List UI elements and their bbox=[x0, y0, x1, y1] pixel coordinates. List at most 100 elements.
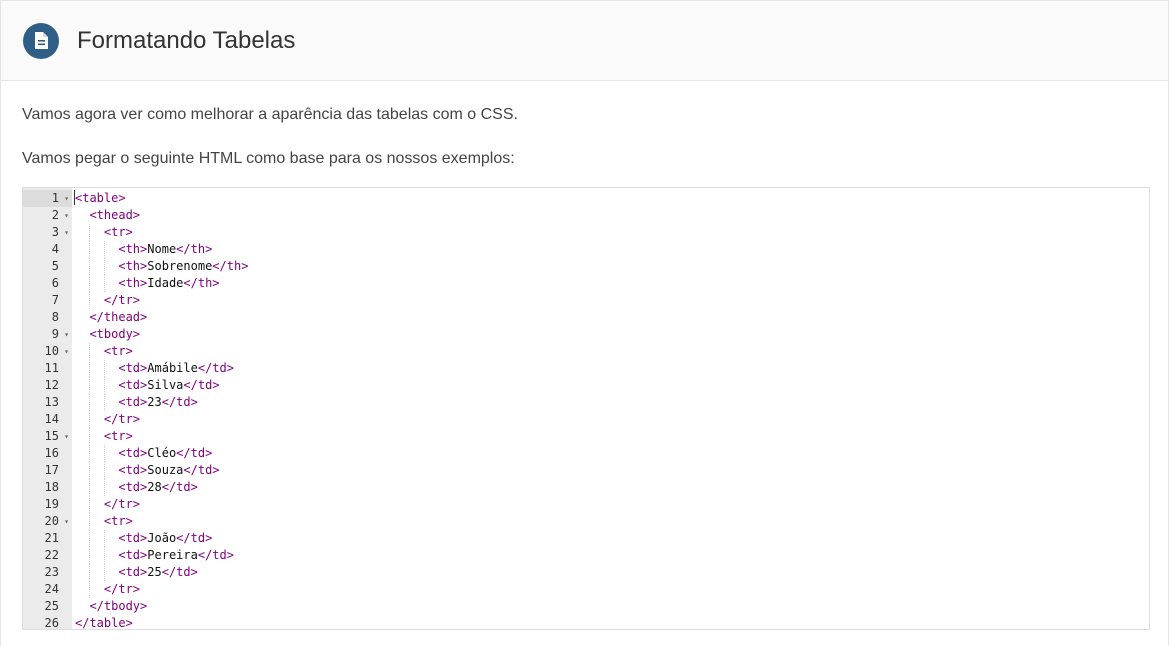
line-number-text: 8 bbox=[51, 310, 59, 324]
line-number-text: 9 bbox=[51, 327, 59, 341]
code-text: Idade bbox=[147, 276, 184, 290]
line-number: 16 bbox=[23, 445, 72, 462]
code-tag-open: <td> bbox=[118, 463, 148, 477]
code-tag-open: </tr> bbox=[103, 293, 141, 307]
line-number-text: 21 bbox=[44, 531, 59, 545]
code-text: Amábile bbox=[147, 361, 198, 375]
indent-guide bbox=[89, 275, 91, 292]
line-number-text: 1 bbox=[51, 191, 59, 205]
code-text: 25 bbox=[147, 565, 162, 579]
fold-toggle-icon[interactable]: ▾ bbox=[64, 343, 69, 360]
line-number-text: 2 bbox=[51, 208, 59, 222]
fold-toggle-icon[interactable]: ▾ bbox=[64, 326, 69, 343]
code-text: Nome bbox=[147, 242, 177, 256]
code-line[interactable]: <th>Idade</th> bbox=[75, 275, 1149, 292]
indent-guide bbox=[89, 411, 91, 428]
line-number-text: 4 bbox=[51, 242, 59, 256]
fold-toggle-icon[interactable]: ▾ bbox=[64, 224, 69, 241]
line-number: 25 bbox=[23, 598, 72, 615]
line-number-text: 22 bbox=[44, 548, 59, 562]
code-line[interactable]: <tr> bbox=[75, 428, 1149, 445]
code-tag-open: <th> bbox=[118, 276, 148, 290]
code-line[interactable]: <table> bbox=[75, 190, 1149, 207]
page: Formatando Tabelas Vamos agora ver como … bbox=[0, 0, 1169, 646]
line-number-text: 10 bbox=[44, 344, 59, 358]
code-line[interactable]: </tr> bbox=[75, 496, 1149, 513]
line-number-text: 5 bbox=[51, 259, 59, 273]
code-tag-close: </td> bbox=[197, 548, 234, 562]
code-line[interactable]: </tr> bbox=[75, 581, 1149, 598]
code-tag-open: <td> bbox=[118, 531, 148, 545]
code-tag-open: <td> bbox=[118, 480, 148, 494]
indent-guide bbox=[89, 547, 91, 564]
line-number-text: 20 bbox=[44, 514, 59, 528]
fold-toggle-icon[interactable]: ▾ bbox=[64, 207, 69, 224]
code-line[interactable]: <thead> bbox=[75, 207, 1149, 224]
indent-guide bbox=[103, 462, 105, 479]
indent-guide bbox=[89, 462, 91, 479]
line-number: 6 bbox=[23, 275, 72, 292]
code-tag-open: <tr> bbox=[103, 429, 133, 443]
line-number-text: 16 bbox=[44, 446, 59, 460]
indent-guide bbox=[89, 513, 91, 530]
code-line[interactable]: </tbody> bbox=[75, 598, 1149, 615]
code-text: Sobrenome bbox=[147, 259, 213, 273]
code-tag-close: </td> bbox=[176, 531, 213, 545]
fold-toggle-icon[interactable]: ▾ bbox=[64, 513, 69, 530]
code-line[interactable]: </thead> bbox=[75, 309, 1149, 326]
line-number: 12 bbox=[23, 377, 72, 394]
code-line[interactable]: <tr> bbox=[75, 343, 1149, 360]
line-number-text: 19 bbox=[44, 497, 59, 511]
indent-guide bbox=[89, 224, 91, 241]
code-line[interactable]: <th>Nome</th> bbox=[75, 241, 1149, 258]
code-line[interactable]: <td>28</td> bbox=[75, 479, 1149, 496]
code-line[interactable]: <td>25</td> bbox=[75, 564, 1149, 581]
code-line[interactable]: <th>Sobrenome</th> bbox=[75, 258, 1149, 275]
indent-guide bbox=[89, 343, 91, 360]
line-number: 24 bbox=[23, 581, 72, 598]
code-tag-close: </th> bbox=[183, 276, 220, 290]
code-line[interactable]: <td>Souza</td> bbox=[75, 462, 1149, 479]
code-line[interactable]: <tr> bbox=[75, 513, 1149, 530]
indent-guide bbox=[89, 496, 91, 513]
code-tag-close: </td> bbox=[183, 378, 220, 392]
code-line[interactable]: <td>João</td> bbox=[75, 530, 1149, 547]
indent-guide bbox=[89, 377, 91, 394]
code-tag-open: <td> bbox=[118, 446, 148, 460]
code-tag-open: <td> bbox=[118, 378, 148, 392]
code-tag-close: </td> bbox=[183, 463, 220, 477]
code-line[interactable]: <td>Pereira</td> bbox=[75, 547, 1149, 564]
code-line[interactable]: <tr> bbox=[75, 224, 1149, 241]
code-tag-open: </thead> bbox=[89, 310, 148, 324]
fold-toggle-icon[interactable]: ▾ bbox=[64, 428, 69, 445]
code-tag-close: </th> bbox=[212, 259, 249, 273]
code-tag-open: <td> bbox=[118, 361, 148, 375]
indent-guide bbox=[89, 530, 91, 547]
code-line[interactable]: </table> bbox=[75, 615, 1149, 629]
line-number-text: 11 bbox=[44, 361, 59, 375]
code-line[interactable]: <td>Amábile</td> bbox=[75, 360, 1149, 377]
line-number-text: 7 bbox=[51, 293, 59, 307]
editor-code-area[interactable]: <table> <thead> <tr> <th>Nome</th> <th>S… bbox=[72, 188, 1149, 629]
code-line[interactable]: </tr> bbox=[75, 411, 1149, 428]
code-tag-close: </td> bbox=[161, 480, 198, 494]
code-line[interactable]: </tr> bbox=[75, 292, 1149, 309]
code-editor[interactable]: 1 ▾ 2 ▾ 3 ▾ 4 5 6 7 8 9 ▾ 10 ▾ 11 12 13 14 15 ▾ 16 17 18 19 20 ▾ 21… bbox=[22, 187, 1150, 630]
line-number: 4 bbox=[23, 241, 72, 258]
line-number: 9 ▾ bbox=[23, 326, 72, 343]
code-tag-open: <tr> bbox=[103, 514, 133, 528]
indent-guide bbox=[89, 479, 91, 496]
code-tag-open: <th> bbox=[118, 259, 148, 273]
indent-guide bbox=[103, 394, 105, 411]
indent-guide bbox=[89, 360, 91, 377]
code-line[interactable]: <td>Cléo</td> bbox=[75, 445, 1149, 462]
indent-guide bbox=[103, 360, 105, 377]
line-number-text: 14 bbox=[44, 412, 59, 426]
code-line[interactable]: <td>Silva</td> bbox=[75, 377, 1149, 394]
code-line[interactable]: <td>23</td> bbox=[75, 394, 1149, 411]
line-number-text: 18 bbox=[44, 480, 59, 494]
code-tag-close: </td> bbox=[176, 446, 213, 460]
fold-toggle-icon[interactable]: ▾ bbox=[64, 190, 69, 207]
line-number: 2 ▾ bbox=[23, 207, 72, 224]
code-line[interactable]: <tbody> bbox=[75, 326, 1149, 343]
